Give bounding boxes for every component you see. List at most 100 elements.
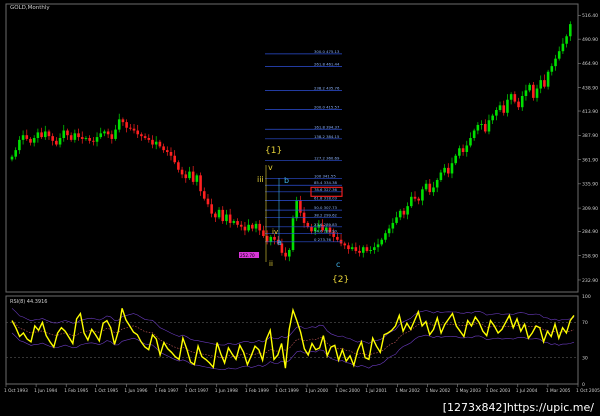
candle-body (14, 150, 17, 157)
candle-body (513, 94, 517, 102)
candle-body (66, 130, 69, 136)
candle-body (273, 236, 276, 240)
candle-body (295, 200, 298, 219)
candle-body (550, 66, 554, 72)
time-tick-label: 1 Mar 2002 (395, 388, 420, 394)
candle-body (47, 131, 51, 137)
candle-body (421, 189, 424, 201)
time-tick-label: 1 Jun 1998 (215, 388, 238, 394)
candle-body (539, 80, 543, 89)
candle-body (251, 224, 254, 229)
time-tick-label: 1 Oct 2005 (576, 388, 600, 394)
fib-level-label: 23.6 289.83 (314, 222, 338, 227)
time-tick-label: 1 Oct 1995 (94, 388, 118, 394)
candle-body (21, 135, 25, 140)
candle-body (520, 96, 524, 108)
price-tick-label: 335.90 (582, 182, 598, 188)
fib-level-label: 100 341.55 (314, 174, 336, 179)
price-tick-label: 387.90 (582, 133, 598, 139)
candle-body (202, 191, 206, 199)
candle-body (84, 138, 88, 139)
candle-body (480, 124, 483, 125)
candle-body (454, 155, 457, 164)
candle-body (402, 210, 406, 215)
candle-body (365, 247, 369, 251)
candle-body (99, 133, 103, 138)
candle-body (395, 217, 398, 223)
candle-body (32, 138, 36, 143)
price-tick-label: 309.90 (582, 206, 598, 212)
fib-level-label: 50.0 307.73 (314, 205, 338, 210)
price-tick-label: 464.90 (582, 61, 598, 67)
candle-body (125, 122, 128, 128)
candle-body (406, 206, 409, 215)
wave-label-2: {2} (332, 275, 349, 285)
candle-body (435, 180, 439, 188)
candle-body (117, 119, 121, 130)
price-tick-label: 232.90 (582, 278, 598, 284)
candle-body (29, 138, 32, 143)
chart-title: GOLD,Monthly (10, 5, 50, 11)
candle-body (439, 172, 443, 180)
candle-body (347, 245, 350, 250)
candle-body (358, 250, 361, 253)
candle-body (143, 136, 147, 138)
rsi-band-lower (11, 332, 575, 371)
candle-body (121, 119, 125, 123)
chart-window: GOLD,Monthly RSI(8) 44.3916 516.40 490.90 46… (0, 0, 600, 416)
candle-body (487, 120, 491, 132)
candle-body (398, 210, 402, 218)
candle-body (369, 250, 372, 251)
candle-body (228, 214, 232, 223)
candle-body (40, 132, 43, 138)
price-tick-label: 516.40 (582, 13, 598, 19)
candle-body (554, 58, 557, 67)
time-tick-label: 1 Jun 1994 (34, 388, 57, 394)
rsi-title: RSI(8) 44.3916 (10, 299, 47, 305)
candle-body (51, 136, 54, 141)
fib-level-label: 261.8 461.44 (314, 62, 340, 67)
rsi-tick-label: 30 (582, 355, 588, 361)
candle-body (43, 131, 47, 138)
time-tick-label: 1 Jul 2001 (365, 388, 387, 394)
candle-body (247, 224, 250, 231)
candle-body (221, 209, 225, 222)
candle-body (424, 183, 428, 190)
candle-body (506, 99, 509, 113)
candle-body (569, 24, 572, 37)
candle-body (243, 226, 247, 231)
candle-body (62, 130, 66, 138)
candle-body (140, 134, 143, 137)
time-tick-label: 1 Oct 1997 (185, 388, 209, 394)
wave-label-iv: iv (272, 228, 278, 236)
candle-body (206, 198, 210, 205)
rsi-tick-label: 0 (582, 382, 585, 388)
candle-body (561, 43, 565, 52)
candle-body (225, 214, 228, 222)
candle-body (269, 236, 273, 242)
candle-body (413, 196, 417, 199)
time-tick-label: 1 Dec 2000 (335, 388, 360, 394)
candle-body (546, 71, 550, 87)
candle-body (469, 138, 472, 146)
candle-body (350, 247, 354, 250)
candle-body (25, 135, 29, 139)
candle-body (73, 133, 77, 140)
fib-level-label: 127.2 360.69 (314, 156, 340, 161)
candle-body (432, 187, 435, 193)
candle-body (254, 223, 258, 229)
price-tick-label: 438.90 (582, 85, 598, 91)
candle-body (565, 36, 568, 44)
candle-body (373, 247, 376, 250)
fib-level-label: 300.0 475.13 (314, 49, 340, 54)
watermark: [1273x842]https://upic.me/ (442, 401, 594, 414)
candle-body (288, 250, 291, 257)
wave-label-ii: ii (269, 260, 273, 268)
candle-body (384, 233, 387, 240)
candle-body (88, 138, 91, 141)
time-tick-label: 1 Jun 1996 (124, 388, 147, 394)
candle-body (92, 140, 95, 142)
time-tick-label: 1 Jun 2000 (305, 388, 328, 394)
candle-body (95, 137, 99, 142)
rsi-line (11, 307, 575, 369)
